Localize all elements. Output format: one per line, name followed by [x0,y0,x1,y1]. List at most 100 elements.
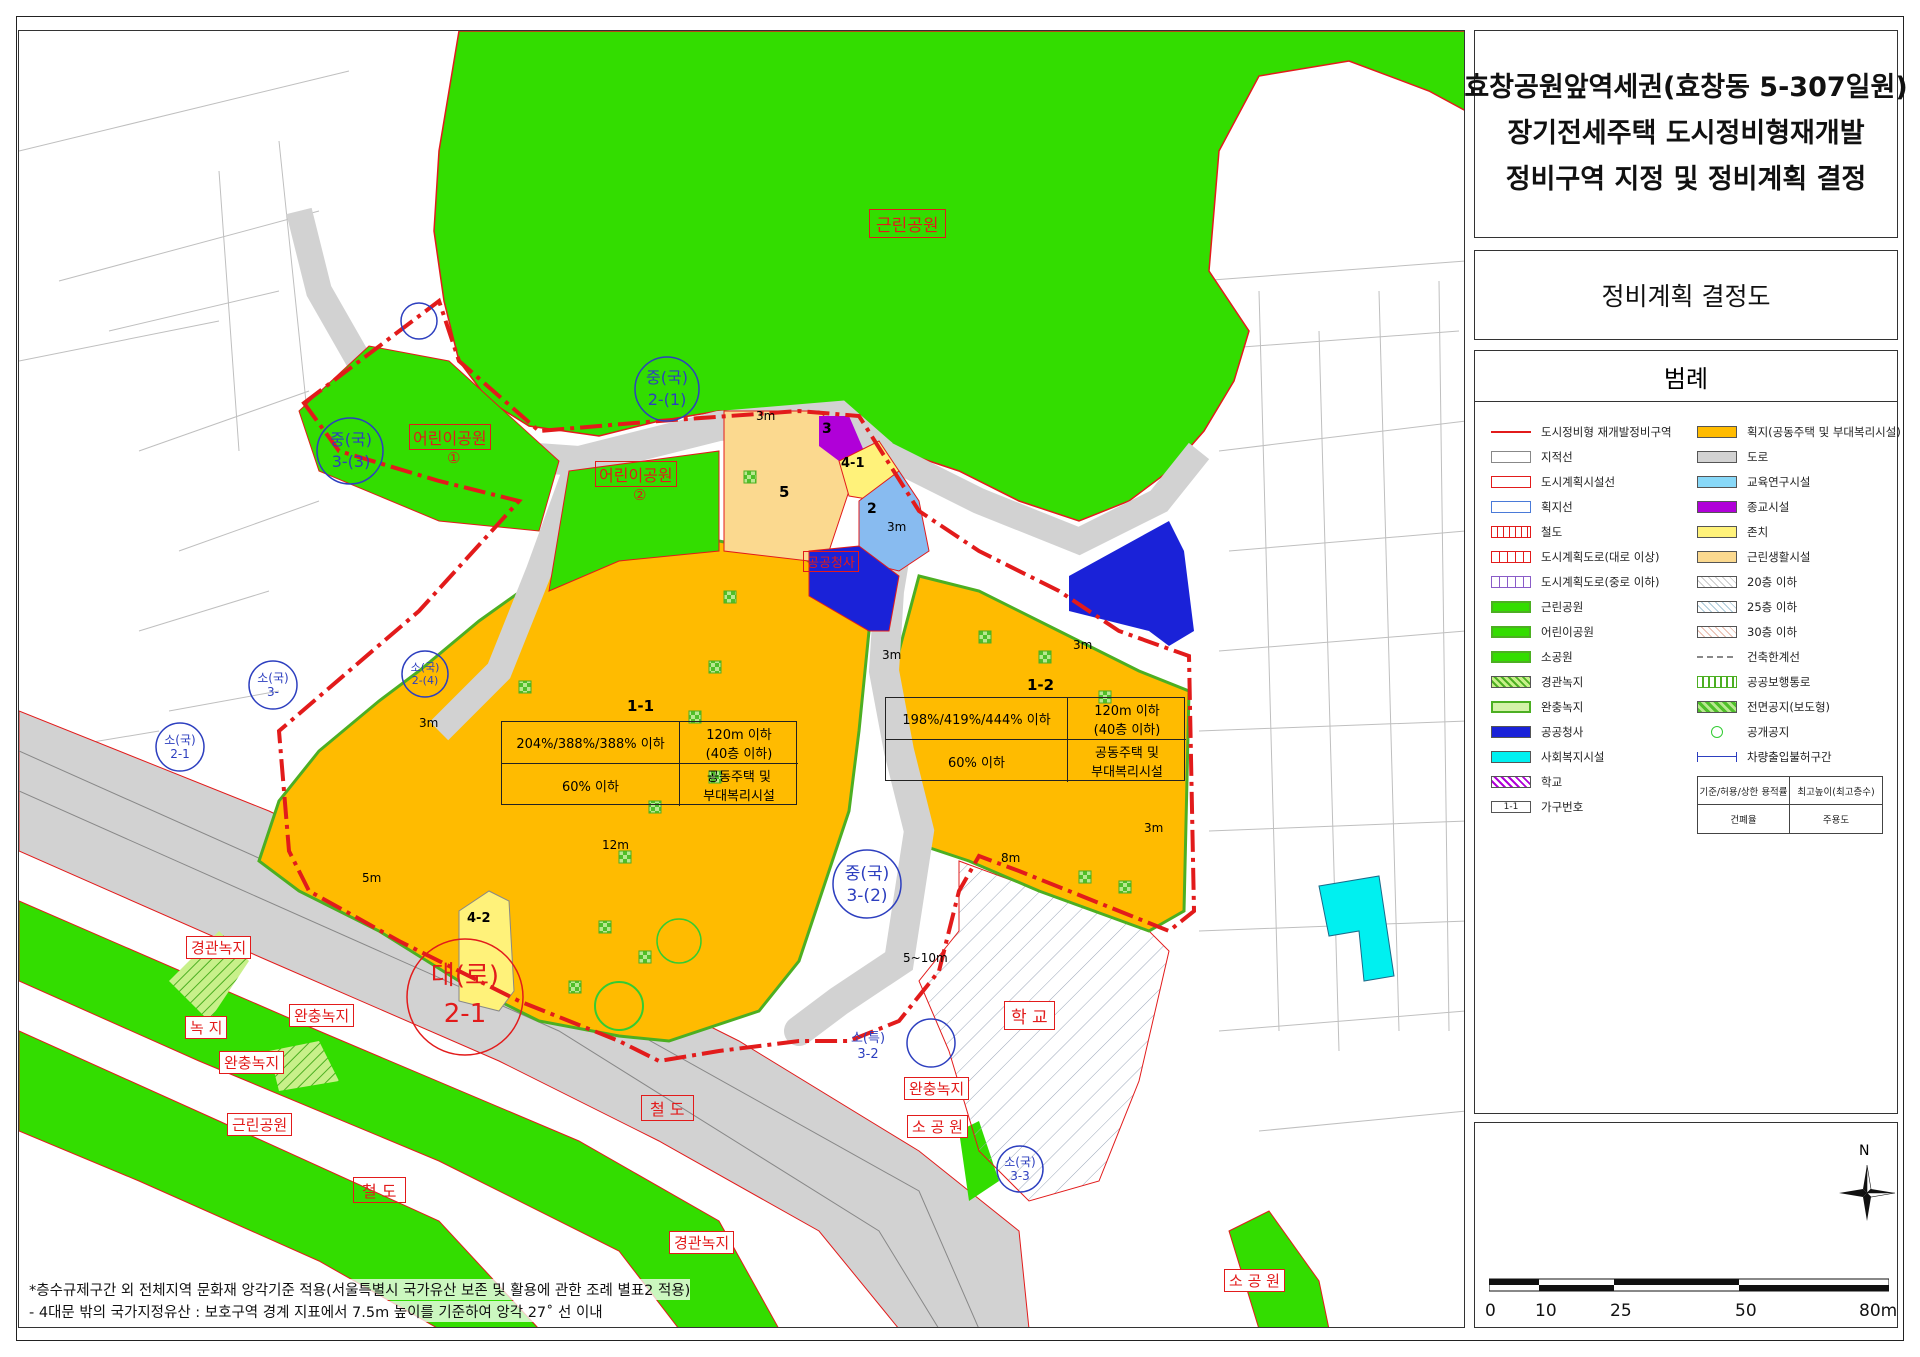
public-office-label: 공공청사 [803,551,859,572]
green-icon [1491,650,1531,663]
legend-label: 도로 [1747,449,1769,464]
legend-item: 획지(공동주택 및 부대복리시설) [1697,419,1901,444]
scale-bar [1489,1278,1889,1292]
legend-item: 교육연구시설 [1697,469,1897,494]
road-code-c: 소(국) 2-(4) [410,661,440,687]
title-box: 효창공원앞역세권(효창동 5-307일원) 장기전세주택 도시정비형재개발 정비… [1464,30,1908,238]
dist-3m: 3m [1144,821,1164,835]
road-code-h: 소(특) 3-2 [850,1031,886,1062]
scenic-label-2: 경관녹지 [669,1231,735,1254]
title-line-1: 효창공원앞역세권(효창동 5-307일원) [1464,72,1908,103]
ratio-key-bcr: 건폐율 [1698,805,1790,833]
legend-label: 존치 [1747,524,1769,539]
legend-item: 1-1 가구번호 [1491,794,1691,819]
line-red-icon [1491,475,1531,488]
road-code-d: 소(국) 3- [257,671,289,699]
road-code-e: 소(국) 2-1 [164,733,196,761]
scale-label: 80m [1859,1301,1898,1321]
lot-2-label: 2 [867,501,877,517]
legend-item: 도로 [1697,444,1897,469]
legend-label: 경관녹지 [1541,674,1584,689]
rail-label-1: 철 도 [641,1095,694,1121]
nbhd-park-label: 근린공원 [227,1113,293,1136]
title-line-2: 장기전세주택 도시정비형재개발 [1507,118,1865,149]
buffer-label-1: 완충녹지 [289,1004,355,1027]
legend-label: 20층 이하 [1747,574,1798,589]
block-1-1-table: 204%/388%/388% 이하 120m 이하 (40층 이하) 60% 이하… [501,721,798,806]
legend-item: 20층 이하 [1697,569,1897,594]
road-code-f: 중(국) 3-(2) [844,864,890,906]
scale-label: 25 [1610,1301,1632,1321]
kids-park-1-number: ① [447,449,461,467]
legend-label: 도시계획도로(중로 이하) [1541,574,1660,589]
cyan-icon [1491,750,1531,763]
note-line-2: - 4대문 밖의 국가지정유산 : 보호구역 경계 지표에서 7.5m 높이를 … [29,1301,603,1322]
road-code-b: 중(국) 3-(3) [330,430,372,471]
ratio-key-height: 최고높이(최고층수) [1790,777,1882,805]
legend-label: 근린공원 [1541,599,1584,614]
road-code-a: 중(국) 2-(1) [646,368,688,409]
green-icon [1491,600,1531,613]
road-code-g: 대(로) 2-1 [430,961,500,1029]
legend-item: 소공원 [1491,644,1691,669]
legend-label: 전면공지(보도형) [1747,699,1831,714]
line-gray-icon [1491,450,1531,463]
north-scale-box: N 0 10 25 50 80m [1474,1122,1898,1328]
legend-item: 전면공지(보도형) [1697,694,1897,719]
legend-label: 학교 [1541,774,1563,789]
dist-3m: 3m [419,716,439,730]
rail-icon [1491,525,1531,538]
tan-icon [1697,550,1737,563]
legend-label: 철도 [1541,524,1563,539]
legend-item: 학교 [1491,769,1691,794]
legend-item: 존치 [1697,519,1897,544]
orange-icon [1697,425,1737,438]
legend-label: 근린생활시설 [1747,549,1811,564]
dist-5m: 5m [362,871,382,885]
ratio-key-use: 주용도 [1822,815,1850,826]
kids-park-2-label: 어린이공원 [595,461,677,487]
legend-item: 근린공원 [1491,594,1691,619]
legend-item: 지적선 [1491,444,1691,469]
scale-label: 50 [1735,1301,1757,1321]
purple-icon [1697,500,1737,513]
green-icon [1491,625,1531,638]
ratio-key-far: 기준/허용/상한 용적률 [1698,777,1790,805]
legend-item: 근린생활시설 [1697,544,1897,569]
dist-8m: 8m [1001,851,1021,865]
block-1-1-id: 1-1 [627,697,655,715]
legend-ratio-key: 기준/허용/상한 용적률 최고높이(최고층수) 건폐율 주용도 [1697,776,1883,834]
legend-label: 도시정비형 재개발정비구역 [1541,424,1672,439]
legend-label: 공공보행통로 [1747,674,1811,689]
yellow-icon [1697,525,1737,538]
legend-label: 도시계획시설선 [1541,474,1616,489]
green-hatch-icon [1491,675,1531,688]
block-1-2-id: 1-2 [1027,676,1055,694]
legend-item: 도시정비형 재개발정비구역 [1491,419,1691,444]
legend-label: 완충녹지 [1541,699,1584,714]
dist-3m: 3m [882,648,902,662]
kids-park-1-label: 어린이공원 [409,424,491,450]
legend-item: 완충녹지 [1491,694,1691,719]
lot-3-label: 3 [822,421,832,437]
line-blue-icon [1491,500,1531,513]
plan-subtitle: 정비계획 결정도 [1601,282,1771,311]
legend-left-column: 도시정비형 재개발정비구역 지적선 도시계획시설선 획지선 철도 도시계획도로(대로 이상… [1491,419,1691,819]
plan-map[interactable]: 근린공원 어린이공원 ① 어린이공원 ② 5 3 4-1 2 4-2 공공청사 … [18,30,1465,1328]
road-medium-icon [1491,575,1531,588]
legend-label: 사회복지시설 [1541,749,1605,764]
subtitle-box: 정비계획 결정도 [1474,250,1898,340]
small-park-label-2: 소 공 원 [1224,1269,1285,1292]
dash-gray-icon [1697,655,1737,658]
buffer-label-2: 완충녹지 [219,1051,285,1074]
legend-label: 지적선 [1541,449,1573,464]
hatch-25-icon [1697,600,1737,613]
legend-label: 도시계획도로(대로 이상) [1541,549,1660,564]
school-label: 학 교 [1004,1001,1055,1030]
legend-label: 교육연구시설 [1747,474,1811,489]
scenic-label-1: 경관녹지 [186,936,252,959]
legend-title: 범례 [1475,351,1897,402]
legend-item: 도시계획시설선 [1491,469,1691,494]
legend-right-column: 획지(공동주택 및 부대복리시설) 도로 교육연구시설 종교시설 존치 근린생활시설 20층… [1697,419,1901,769]
lot-4-2-label: 4-2 [467,911,491,926]
